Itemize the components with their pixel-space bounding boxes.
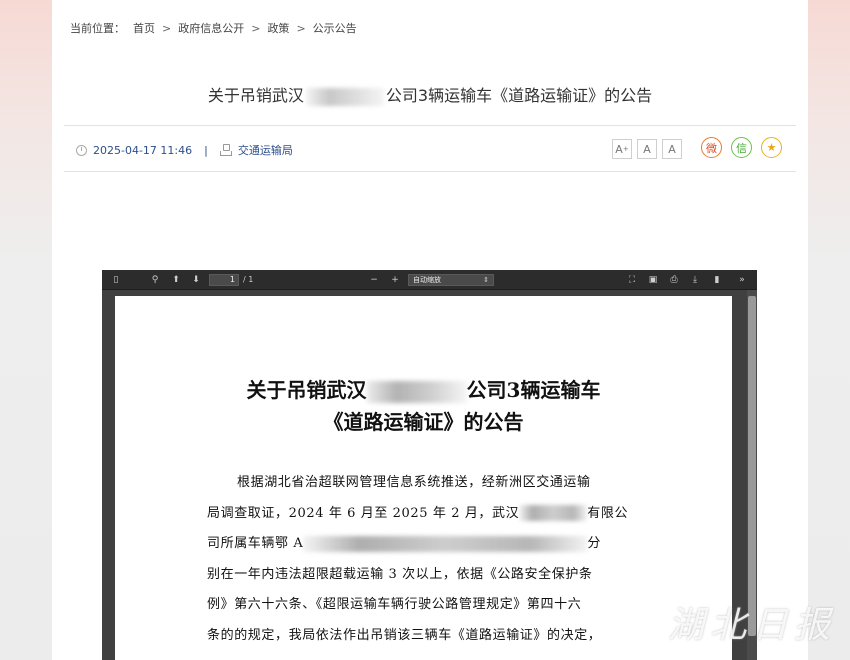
title-end: 公司3辆运输车《道路运输证》的公告 — [385, 86, 653, 105]
share-buttons: 微 信 ★ — [701, 137, 782, 158]
body-line: 例》第六十六条、《超限运输车辆行驶公路管理规定》第四十六 — [207, 597, 582, 612]
arrow-down-icon[interactable]: ⬇ — [190, 274, 202, 286]
font-large-button[interactable]: A + — [612, 139, 632, 159]
redacted-text — [303, 535, 588, 552]
divider-top — [64, 125, 796, 126]
arrow-up-icon[interactable]: ⬆ — [170, 274, 182, 286]
favorite-star-icon[interactable]: ★ — [761, 137, 782, 158]
double-chevron-right-icon[interactable]: » — [736, 274, 748, 286]
body-line: 司所属车辆鄂 A分 — [207, 535, 601, 552]
print-icon[interactable]: ⎙ — [668, 274, 680, 286]
pdf-toolbar: ▯ ⚲ ⬆ ⬇ 1 / 1 − + 自动缩放 ⇕ ⛶ ▣ ⎙ ⤓ ▮ » — [102, 270, 757, 290]
body-line: 别在一年内违法超限超载运输 3 次以上，依据《公路安全保护条 — [207, 566, 593, 582]
page-count: / 1 — [243, 275, 254, 284]
breadcrumb-separator: > — [251, 21, 261, 35]
scrollbar-thumb[interactable] — [748, 296, 756, 636]
search-icon[interactable]: ⚲ — [149, 274, 161, 286]
breadcrumb-announcements[interactable]: 公示公告 — [313, 20, 357, 36]
redacted-text — [305, 87, 384, 106]
weibo-share-icon[interactable]: 微 — [701, 137, 722, 158]
redacted-text — [366, 380, 467, 403]
font-size-controls: A + A A — [612, 139, 682, 159]
organization-icon — [219, 144, 232, 156]
font-small-button[interactable]: A — [662, 139, 682, 159]
zoom-out-button[interactable]: − — [368, 274, 380, 286]
open-file-icon[interactable]: ▣ — [647, 274, 659, 286]
breadcrumb-separator: > — [296, 21, 306, 35]
body-line: 条的的规定，我局依法作出吊销该三辆车《道路运输证》的决定， — [207, 627, 602, 643]
breadcrumb-home[interactable]: 首页 — [133, 20, 155, 36]
page-title: 关于吊销武汉 公司3辆运输车《道路运输证》的公告 — [52, 82, 808, 106]
pdf-viewer: ▯ ⚲ ⬆ ⬇ 1 / 1 − + 自动缩放 ⇕ ⛶ ▣ ⎙ ⤓ ▮ » 关于吊销… — [102, 270, 757, 660]
body-line: 根据湖北省治超联网管理信息系统推送，经新洲区交通运输 — [237, 475, 591, 490]
wechat-share-icon[interactable]: 信 — [731, 137, 752, 158]
breadcrumb-separator: > — [162, 21, 172, 35]
sidebar-toggle-icon[interactable]: ▯ — [110, 274, 122, 286]
fullscreen-icon[interactable]: ⛶ — [626, 274, 638, 286]
font-medium-button[interactable]: A — [637, 139, 657, 159]
divider-bottom — [64, 171, 796, 172]
bookmark-icon[interactable]: ▮ — [711, 274, 723, 286]
title-start: 关于吊销武汉 — [207, 86, 304, 105]
document-body: 根据湖北省治超联网管理信息系统推送，经新洲区交通运输 局调查取证，2024 年 … — [207, 468, 637, 651]
chevron-updown-icon: ⇕ — [483, 276, 489, 284]
meta-divider: | — [204, 143, 208, 157]
source-org: 交通运输局 — [237, 144, 293, 157]
page-number-input[interactable]: 1 — [209, 274, 239, 286]
body-line: 局调查取证，2024 年 6 月至 2025 年 2 月，武汉 有限公 — [207, 505, 629, 521]
breadcrumb-policy[interactable]: 政策 — [267, 20, 289, 36]
article-card: 当前位置： 首页 > 政府信息公开 > 政策 > 公示公告 关于吊销武汉 公司3辆… — [52, 0, 808, 660]
zoom-select[interactable]: 自动缩放 ⇕ — [408, 274, 494, 286]
zoom-in-button[interactable]: + — [389, 274, 401, 286]
article-meta: 2025-04-17 11:46 | 交通运输局 — [76, 142, 293, 158]
document-title: 关于吊销武汉 公司3辆运输车 《道路运输证》的公告 — [246, 378, 601, 434]
redacted-text — [519, 505, 588, 521]
download-icon[interactable]: ⤓ — [689, 274, 701, 286]
pdf-page: 关于吊销武汉 公司3辆运输车 《道路运输证》的公告 根据湖北省治超联网管理信息系统… — [115, 296, 732, 660]
breadcrumb-gov-info[interactable]: 政府信息公开 — [178, 20, 244, 36]
watermark-logo: 湖北日报 — [667, 605, 836, 646]
publish-datetime: 2025-04-17 11:46 — [93, 143, 193, 157]
clock-icon — [76, 144, 87, 156]
breadcrumb-label: 当前位置： — [70, 22, 125, 35]
breadcrumb: 当前位置： 首页 > 政府信息公开 > 政策 > 公示公告 — [70, 20, 357, 36]
